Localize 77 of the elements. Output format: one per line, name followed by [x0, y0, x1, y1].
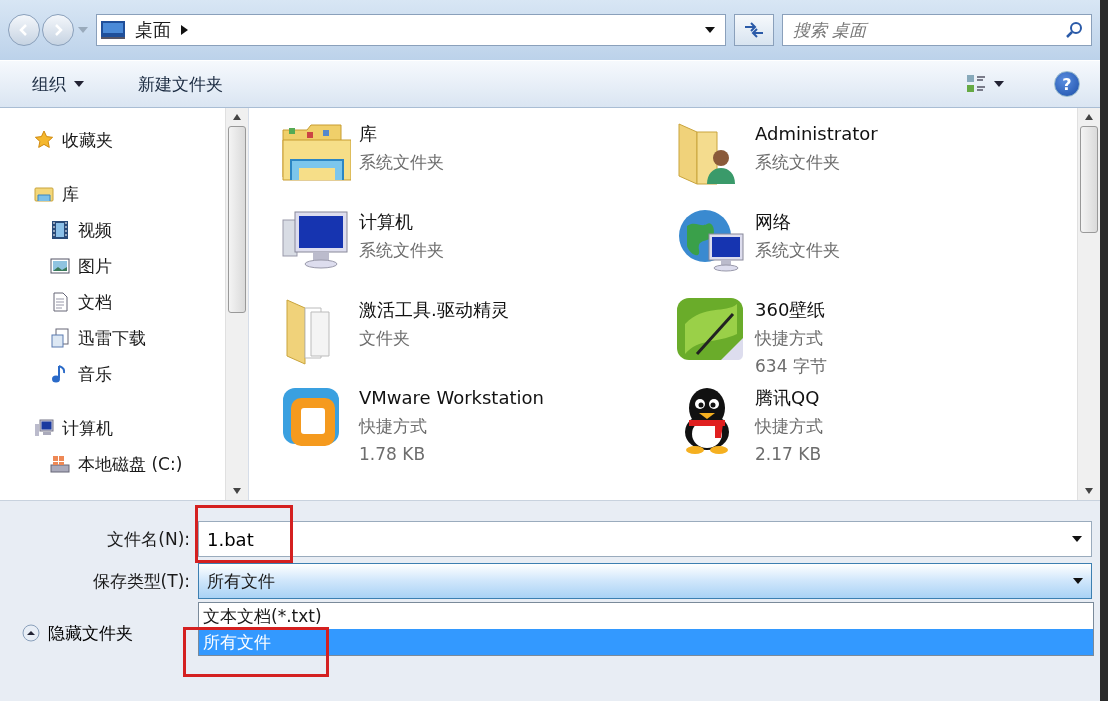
file-name-field[interactable]: 1.bat — [198, 521, 1092, 557]
file-detail: 文件夹 — [359, 327, 411, 350]
collapse-icon — [22, 624, 40, 642]
search-icon[interactable] — [1066, 21, 1084, 39]
caret-icon[interactable] — [1072, 536, 1082, 542]
file-item[interactable]: 腾讯QQ 快捷方式 2.17 KB — [675, 382, 1077, 470]
file-name-label: 文件名(N): — [106, 527, 191, 551]
sidebar-item[interactable]: 视频 — [34, 214, 225, 246]
file-item[interactable]: 360壁纸 快捷方式 634 字节 — [675, 294, 1077, 382]
drive-icon — [50, 454, 70, 474]
file-name: 360壁纸 — [755, 298, 827, 322]
arrow-right-icon[interactable] — [181, 25, 188, 35]
scroll-thumb[interactable] — [228, 126, 246, 313]
address-text: 桌面 — [135, 18, 171, 42]
search-field[interactable]: 搜索 桌面 — [782, 14, 1092, 46]
dropdown-option[interactable]: 文本文档(*.txt) — [199, 603, 1093, 629]
save-type-dropdown[interactable]: 所有文件 — [198, 563, 1092, 599]
caret-icon — [994, 81, 1004, 87]
file-detail: 快捷方式 — [359, 415, 428, 438]
refresh-button[interactable] — [734, 14, 774, 46]
file-detail: 系统文件夹 — [359, 239, 444, 262]
computer-icon — [34, 418, 54, 438]
scroll-up-arrow-icon[interactable] — [233, 114, 241, 120]
sidebar-item[interactable]: 库 — [34, 178, 225, 210]
refresh-icon — [743, 21, 765, 39]
save-type-value: 所有文件 — [207, 569, 276, 593]
help-button[interactable]: ? — [1054, 71, 1080, 97]
file-name: 激活工具.驱动精灵 — [359, 298, 509, 322]
caret-icon — [74, 81, 84, 87]
file-detail: 快捷方式 — [755, 415, 823, 438]
file-item[interactable]: 网络 系统文件夹 — [675, 206, 1077, 294]
picture-icon — [50, 256, 70, 276]
hide-folders-button[interactable]: 隐藏文件夹 — [20, 619, 135, 647]
details-view-icon — [966, 74, 986, 94]
sidebar-item[interactable]: 图片 — [34, 250, 225, 282]
file-detail: 2.17 KB — [755, 443, 823, 466]
star-icon — [34, 130, 54, 150]
scroll-up-arrow-icon[interactable] — [1085, 114, 1093, 120]
file-detail: 系统文件夹 — [755, 239, 840, 262]
sidebar-item[interactable]: 计算机 — [34, 412, 225, 444]
new-folder-button[interactable]: 新建文件夹 — [126, 68, 235, 100]
file-name: 计算机 — [359, 210, 414, 234]
scroll-down-arrow-icon[interactable] — [1085, 488, 1093, 494]
file-name: 库 — [359, 122, 378, 146]
scroll-thumb[interactable] — [1080, 126, 1098, 233]
sidebar-item[interactable]: 收藏夹 — [34, 124, 225, 156]
scrollbar[interactable] — [1077, 108, 1100, 500]
file-name: 腾讯QQ — [755, 386, 821, 410]
document-icon — [50, 292, 70, 312]
download-folder-icon — [50, 328, 70, 348]
file-name: VMware Workstation — [359, 386, 544, 410]
film-icon — [50, 220, 70, 240]
file-item[interactable]: 激活工具.驱动精灵 文件夹 — [279, 294, 675, 382]
library-folder-icon — [34, 184, 54, 204]
organize-menu[interactable]: 组织 — [20, 68, 96, 100]
scrollbar[interactable] — [225, 108, 248, 500]
desktop-icon — [101, 21, 125, 39]
file-item[interactable]: 库 系统文件夹 — [279, 118, 675, 206]
caret-icon[interactable] — [705, 27, 715, 33]
caret-icon — [1073, 578, 1083, 584]
sidebar-item[interactable]: 音乐 — [34, 358, 225, 390]
file-detail: 系统文件夹 — [755, 151, 841, 174]
file-item[interactable]: Administrator 系统文件夹 — [675, 118, 1077, 206]
file-item[interactable]: 计算机 系统文件夹 — [279, 206, 675, 294]
file-detail: 634 字节 — [755, 355, 827, 378]
file-name: Administrator — [755, 122, 878, 146]
save-type-label: 保存类型(T): — [91, 569, 191, 593]
file-name: 网络 — [755, 210, 792, 234]
file-detail: 系统文件夹 — [359, 151, 444, 174]
file-detail: 快捷方式 — [755, 327, 824, 350]
address-field[interactable]: 桌面 — [96, 14, 726, 46]
file-detail: 1.78 KB — [359, 443, 427, 466]
sidebar-item[interactable]: 迅雷下载 — [34, 322, 225, 354]
scroll-down-arrow-icon[interactable] — [233, 488, 241, 494]
file-item[interactable]: VMware Workstation 快捷方式 1.78 KB — [279, 382, 675, 470]
sidebar-item[interactable]: 文档 — [34, 286, 225, 318]
sidebar-item[interactable]: 本地磁盘 (C:) — [34, 448, 225, 480]
